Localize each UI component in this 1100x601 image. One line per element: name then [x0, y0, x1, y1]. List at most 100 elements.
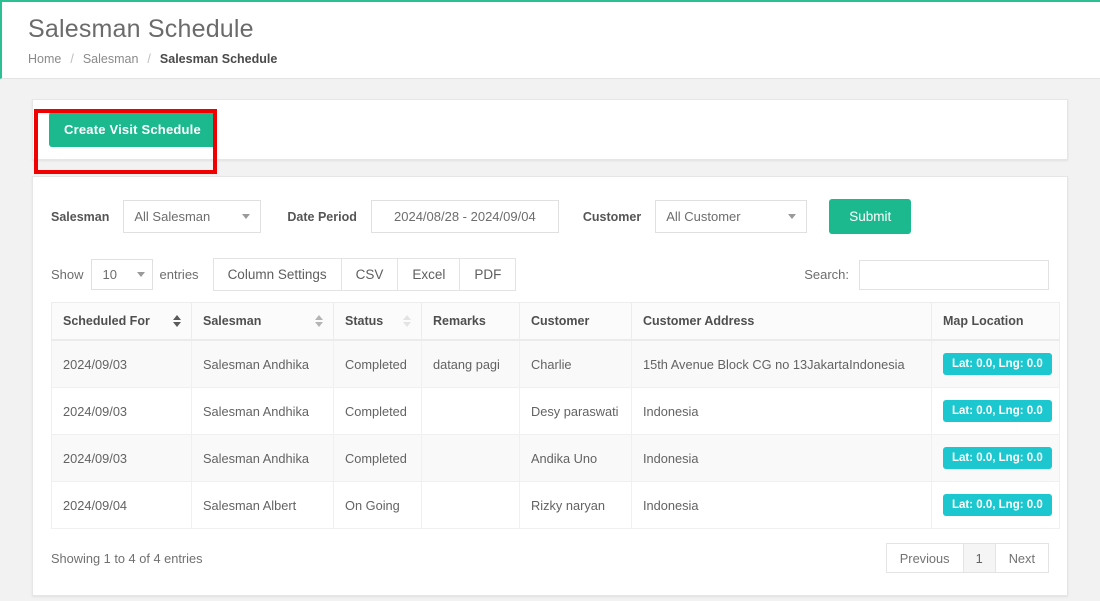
column-label: Status	[345, 314, 384, 328]
chevron-down-icon	[136, 272, 145, 277]
create-visit-schedule-button[interactable]: Create Visit Schedule	[49, 112, 216, 147]
action-card: Create Visit Schedule	[32, 99, 1068, 160]
column-label: Customer	[531, 314, 590, 328]
date-period-input[interactable]: 2024/08/28 - 2024/09/04	[370, 200, 559, 233]
column-label: Salesman	[203, 314, 262, 328]
column-header-customer[interactable]: Customer	[519, 302, 632, 341]
cell-map-location: Lat: 0.0, Lng: 0.0	[931, 481, 1060, 529]
table-body: 2024/09/03 Salesman Andhika Completed da…	[51, 339, 1060, 529]
cell-customer: Rizky naryan	[519, 481, 632, 529]
page-title: Salesman Schedule	[28, 15, 254, 43]
toolbar-right: Search:	[804, 259, 1049, 290]
map-location-badge[interactable]: Lat: 0.0, Lng: 0.0	[943, 400, 1052, 422]
column-header-map-location[interactable]: Map Location	[931, 302, 1060, 341]
content-wrapper: Create Visit Schedule Salesman All Sales…	[0, 79, 1100, 596]
breadcrumb-item-current: Salesman Schedule	[159, 52, 278, 66]
schedule-table: Scheduled For Salesman Status Remarks Cu…	[51, 302, 1060, 529]
table-row: 2024/09/03 Salesman Andhika Completed An…	[51, 434, 1060, 482]
salesman-filter-value: All Salesman	[134, 209, 211, 224]
filter-bar: Salesman All Salesman Date Period 2024/0…	[51, 191, 1049, 240]
date-period-label: Date Period	[287, 209, 357, 224]
sort-icon[interactable]	[315, 315, 323, 327]
breadcrumb-separator: /	[147, 52, 151, 66]
pdf-export-button[interactable]: PDF	[459, 258, 517, 291]
sort-icon[interactable]	[173, 315, 181, 327]
salesman-filter-label: Salesman	[51, 209, 110, 224]
cell-salesman: Salesman Albert	[191, 481, 334, 529]
page-header: Salesman Schedule Home / Salesman / Sale…	[0, 0, 1100, 79]
column-header-status[interactable]: Status	[333, 302, 422, 341]
table-footer: Showing 1 to 4 of 4 entries Previous 1 N…	[51, 543, 1049, 573]
schedule-card: Salesman All Salesman Date Period 2024/0…	[32, 176, 1068, 596]
column-header-customer-address[interactable]: Customer Address	[631, 302, 932, 341]
cell-salesman: Salesman Andhika	[191, 434, 334, 482]
cell-customer: Charlie	[519, 339, 632, 388]
cell-remarks	[421, 387, 520, 435]
breadcrumb-separator: /	[70, 52, 74, 66]
cell-customer-address: Indonesia	[631, 387, 932, 435]
cell-scheduled-for: 2024/09/03	[51, 387, 192, 435]
customer-filter-value: All Customer	[666, 209, 741, 224]
search-label: Search:	[804, 267, 849, 282]
cell-remarks	[421, 434, 520, 482]
chevron-down-icon	[242, 214, 251, 219]
excel-export-button[interactable]: Excel	[397, 258, 460, 291]
table-header-row: Scheduled For Salesman Status Remarks Cu…	[51, 302, 1060, 341]
cell-status: On Going	[333, 481, 422, 529]
column-header-remarks[interactable]: Remarks	[421, 302, 520, 341]
cell-salesman: Salesman Andhika	[191, 387, 334, 435]
chevron-down-icon	[788, 214, 797, 219]
table-head: Scheduled For Salesman Status Remarks Cu…	[51, 302, 1060, 341]
date-period-value: 2024/08/28 - 2024/09/04	[394, 209, 536, 224]
cell-customer: Andika Uno	[519, 434, 632, 482]
submit-button[interactable]: Submit	[829, 199, 912, 234]
column-label: Remarks	[433, 314, 486, 328]
salesman-filter-select[interactable]: All Salesman	[123, 200, 262, 233]
cell-map-location: Lat: 0.0, Lng: 0.0	[931, 434, 1060, 482]
cell-status: Completed	[333, 434, 422, 482]
cell-salesman: Salesman Andhika	[191, 339, 334, 388]
pagination-previous[interactable]: Previous	[885, 543, 963, 573]
cell-remarks	[421, 481, 520, 529]
column-label: Map Location	[943, 314, 1024, 328]
export-button-group: Column Settings CSV Excel PDF	[212, 258, 517, 291]
breadcrumb: Home / Salesman / Salesman Schedule	[28, 52, 1100, 66]
csv-export-button[interactable]: CSV	[340, 258, 398, 291]
column-header-salesman[interactable]: Salesman	[191, 302, 334, 341]
cell-remarks: datang pagi	[421, 339, 520, 388]
cell-status: Completed	[333, 387, 422, 435]
entries-info: Showing 1 to 4 of 4 entries	[51, 550, 203, 566]
pagination-page-1[interactable]: 1	[962, 543, 995, 573]
map-location-badge[interactable]: Lat: 0.0, Lng: 0.0	[943, 447, 1052, 469]
sort-icon[interactable]	[403, 315, 411, 327]
map-location-badge[interactable]: Lat: 0.0, Lng: 0.0	[943, 353, 1052, 375]
table-row: 2024/09/03 Salesman Andhika Completed De…	[51, 387, 1060, 435]
pagination: Previous 1 Next	[885, 543, 1049, 573]
search-input[interactable]	[859, 259, 1049, 290]
customer-filter-label: Customer	[582, 209, 642, 224]
cell-customer-address: 15th Avenue Block CG no 13JakartaIndones…	[631, 339, 932, 388]
cell-scheduled-for: 2024/09/04	[51, 481, 192, 529]
cell-customer-address: Indonesia	[631, 481, 932, 529]
page-length-value: 10	[102, 267, 117, 282]
cell-status: Completed	[333, 339, 422, 388]
breadcrumb-item-salesman[interactable]: Salesman	[83, 52, 139, 66]
cell-customer-address: Indonesia	[631, 434, 932, 482]
cell-scheduled-for: 2024/09/03	[51, 434, 192, 482]
cell-scheduled-for: 2024/09/03	[51, 339, 192, 388]
column-label: Scheduled For	[63, 314, 150, 328]
column-settings-button[interactable]: Column Settings	[212, 258, 341, 291]
entries-label: entries	[159, 267, 199, 282]
table-row: 2024/09/04 Salesman Albert On Going Rizk…	[51, 481, 1060, 529]
column-label: Customer Address	[643, 314, 755, 328]
cell-map-location: Lat: 0.0, Lng: 0.0	[931, 387, 1060, 435]
map-location-badge[interactable]: Lat: 0.0, Lng: 0.0	[943, 494, 1052, 516]
pagination-next[interactable]: Next	[994, 543, 1049, 573]
show-label: Show	[51, 267, 84, 282]
column-header-scheduled-for[interactable]: Scheduled For	[51, 302, 192, 341]
breadcrumb-item-home[interactable]: Home	[28, 52, 61, 66]
customer-filter-select[interactable]: All Customer	[655, 200, 808, 233]
page-length-select[interactable]: 10	[90, 259, 153, 290]
table-toolbar: Show 10 entries Column Settings CSV Exce…	[51, 258, 1049, 291]
cell-customer: Desy paraswati	[519, 387, 632, 435]
